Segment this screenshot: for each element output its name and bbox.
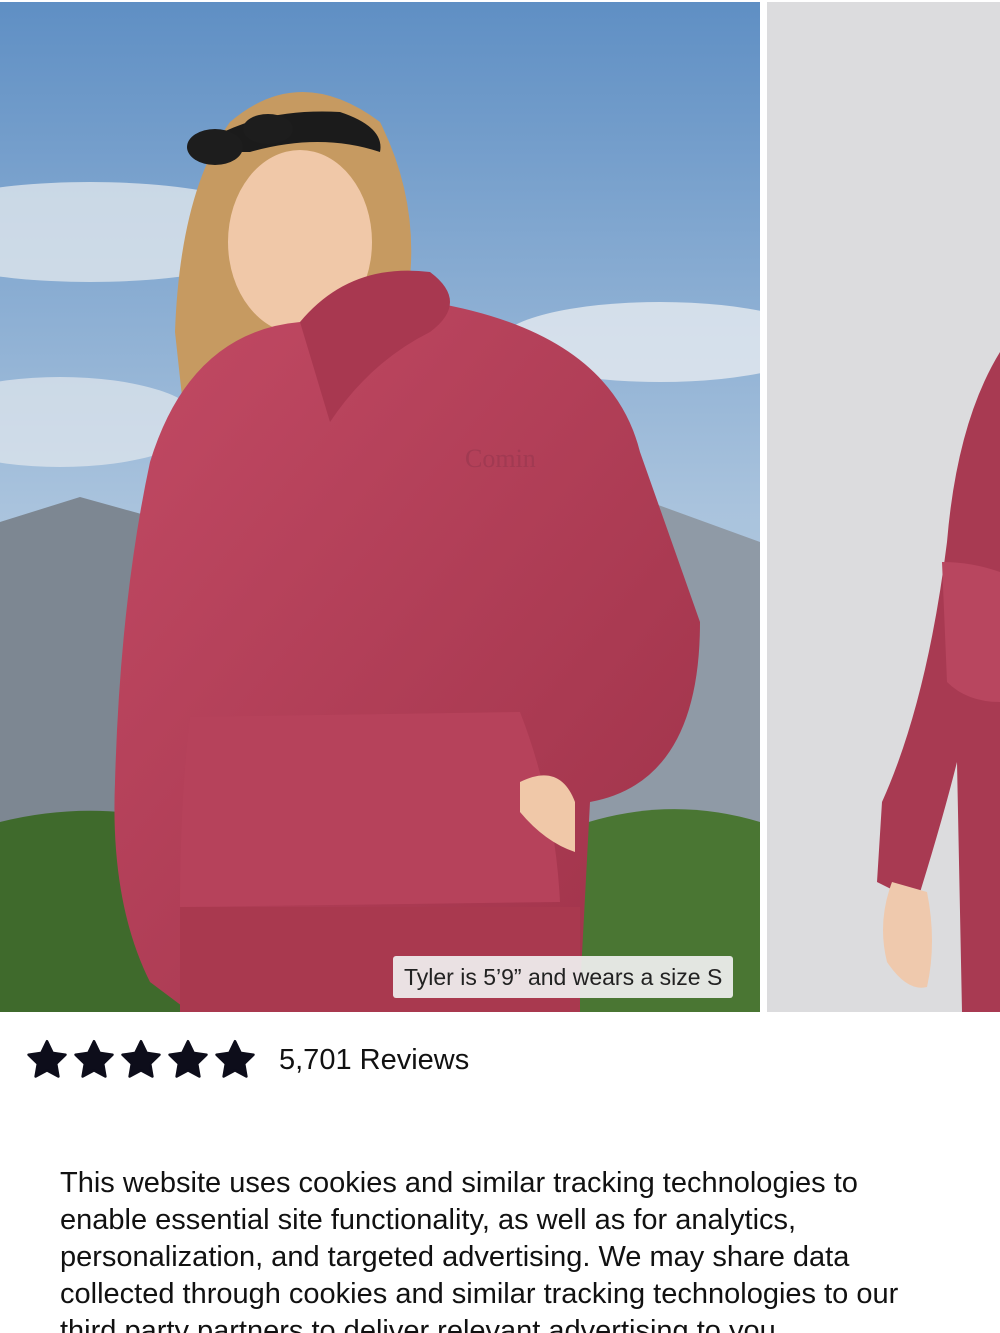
star-icon <box>165 1037 211 1083</box>
star-icon <box>118 1037 164 1083</box>
model-size-caption: Tyler is 5’9” and wears a size S <box>393 956 734 998</box>
cookie-consent-banner: This website uses cookies and similar tr… <box>0 1140 1000 1333</box>
product-photo-studio-side-view-icon <box>767 2 1000 1012</box>
embossed-logo: Comin <box>465 444 536 473</box>
star-icon <box>24 1037 70 1083</box>
reviews-summary[interactable]: 5,701 Reviews <box>24 1036 469 1084</box>
product-image-gallery[interactable]: Comin Tyler is 5’9” and wears a size S <box>0 0 1000 1012</box>
star-icon <box>71 1037 117 1083</box>
product-image-secondary[interactable] <box>767 2 1000 1012</box>
star-icon <box>212 1037 258 1083</box>
reviews-link[interactable]: 5,701 Reviews <box>279 1044 469 1077</box>
product-image-main[interactable]: Comin <box>0 2 760 1012</box>
product-photo-model-in-hoodie-icon: Comin <box>0 2 760 1012</box>
cookie-notice-text: This website uses cookies and similar tr… <box>60 1167 899 1333</box>
star-rating <box>24 1037 259 1083</box>
